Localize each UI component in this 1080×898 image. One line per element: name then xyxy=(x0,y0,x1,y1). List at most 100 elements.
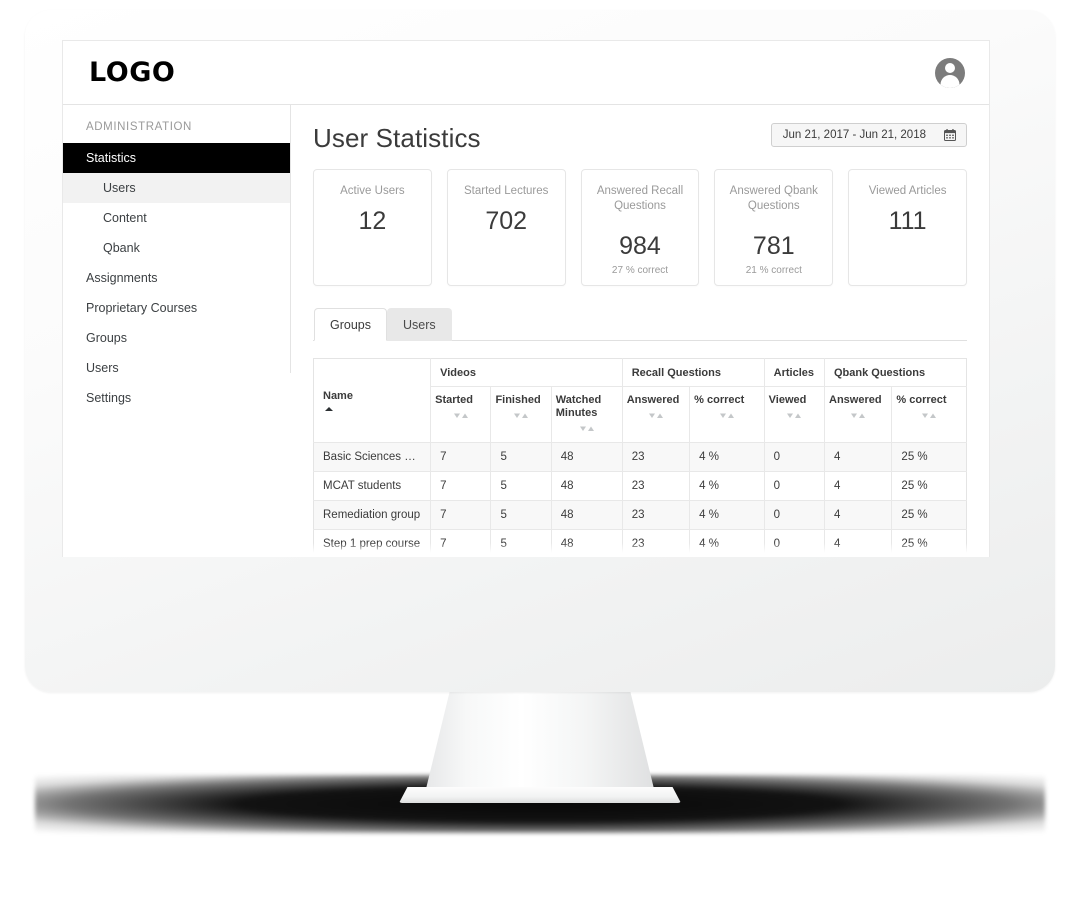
user-avatar-icon[interactable] xyxy=(935,57,965,88)
sidebar-item-label: Settings xyxy=(86,391,132,405)
cell-qbank-percent-correct: 25 % xyxy=(891,500,967,530)
column-group-label: Videos xyxy=(440,367,476,379)
column-header-label: Watched Minutes xyxy=(555,394,602,419)
sidebar-item-proprietary-courses[interactable]: Proprietary Courses xyxy=(63,293,291,323)
cell-qbank-answered: 4 xyxy=(824,529,893,557)
table-group-header-row: Name Videos Recall Questions Articles Qb… xyxy=(313,358,967,443)
cell-name: Basic Sciences Flippe... xyxy=(313,442,432,472)
tab-groups[interactable]: Groups xyxy=(314,308,387,341)
table-row[interactable]: Basic Sciences Flippe... 7 5 48 23 4 % 0… xyxy=(313,442,967,472)
cell-recall-percent-correct: 4 % xyxy=(689,442,765,472)
column-group-label: Articles xyxy=(773,367,815,379)
cell-videos-started: 7 xyxy=(430,500,492,530)
sidebar-item-label: Users xyxy=(86,361,119,375)
sidebar-item-statistics-content[interactable]: Content xyxy=(63,203,291,233)
stat-card-value: 12 xyxy=(358,207,387,235)
cell-watched-minutes: 48 xyxy=(551,471,623,501)
brand-logo[interactable]: LOGO xyxy=(89,57,175,88)
cell-watched-minutes: 48 xyxy=(551,529,623,557)
stat-card-label: Answered Qbank Questions xyxy=(729,185,818,212)
tab-label: Groups xyxy=(330,318,371,332)
column-group-videos: Videos xyxy=(430,358,623,387)
app-navbar: LOGO xyxy=(63,41,989,105)
sort-asc-icon[interactable] xyxy=(323,406,335,412)
sidebar-item-statistics-qbank[interactable]: Qbank xyxy=(63,233,291,263)
cell-recall-answered: 23 xyxy=(622,500,691,530)
sort-toggle-icon[interactable] xyxy=(513,412,529,419)
sidebar-item-users[interactable]: Users xyxy=(63,353,291,383)
sidebar-item-label: Groups xyxy=(86,331,127,345)
sort-toggle-icon[interactable] xyxy=(850,412,866,419)
column-header-recall-percent-correct[interactable]: % correct xyxy=(689,386,765,443)
stat-card-answered-qbank-questions: Answered Qbank Questions 781 21 % correc… xyxy=(714,169,834,286)
cell-videos-finished: 5 xyxy=(490,471,552,501)
date-range-picker[interactable]: Jun 21, 2017 - Jun 21, 2018 xyxy=(770,123,967,147)
sidebar-item-label: Statistics xyxy=(86,151,137,165)
column-header-watched-minutes[interactable]: Watched Minutes xyxy=(551,386,623,443)
column-header-label: Started xyxy=(435,394,474,406)
monitor-stand-base xyxy=(399,787,681,803)
stat-card-label: Answered Recall Questions xyxy=(596,185,684,212)
cell-watched-minutes: 48 xyxy=(551,500,623,530)
column-header-recall-answered[interactable]: Answered xyxy=(622,386,691,443)
cell-videos-finished: 5 xyxy=(490,500,552,530)
statistics-table: Name Videos Recall Questions Articles Qb… xyxy=(313,358,967,557)
tab-users[interactable]: Users xyxy=(387,308,452,341)
column-header-videos-finished[interactable]: Finished xyxy=(490,386,552,443)
column-header-articles-viewed[interactable]: Viewed xyxy=(764,386,826,443)
sidebar-item-statistics[interactable]: Statistics xyxy=(63,143,291,173)
column-group-qbank-questions: Qbank Questions xyxy=(824,358,967,387)
cell-qbank-percent-correct: 25 % xyxy=(891,442,967,472)
cell-name: Step 1 prep course xyxy=(313,529,432,557)
column-header-label: % correct xyxy=(694,394,745,406)
sort-toggle-icon[interactable] xyxy=(579,425,595,432)
table-row[interactable]: Step 1 prep course 7 5 48 23 4 % 0 4 25 … xyxy=(313,529,967,557)
sidebar: ADMINISTRATION Statistics Users Content … xyxy=(63,105,291,557)
sort-toggle-icon[interactable] xyxy=(453,412,469,419)
sidebar-item-label: Users xyxy=(103,181,136,195)
cell-videos-finished: 5 xyxy=(490,442,552,472)
column-group-label: Recall Questions xyxy=(631,367,721,379)
sidebar-item-settings[interactable]: Settings xyxy=(63,383,291,413)
column-header-qbank-answered[interactable]: Answered xyxy=(824,386,893,443)
cell-qbank-percent-correct: 25 % xyxy=(891,471,967,501)
sort-toggle-icon[interactable] xyxy=(921,412,937,419)
sidebar-item-label: Qbank xyxy=(103,241,140,255)
sidebar-item-statistics-users[interactable]: Users xyxy=(63,173,291,203)
monitor-mockup: LOGO ADMINISTRATION Statistics Users Con… xyxy=(0,0,1080,898)
cell-articles-viewed: 0 xyxy=(764,529,826,557)
app-screen: LOGO ADMINISTRATION Statistics Users Con… xyxy=(62,40,990,557)
cell-videos-started: 7 xyxy=(430,529,492,557)
stat-card-sub: 27 % correct xyxy=(611,265,669,276)
sidebar-item-groups[interactable]: Groups xyxy=(63,323,291,353)
main-header: User Statistics Jun 21, 2017 - Jun 21, 2… xyxy=(313,123,967,153)
calendar-icon xyxy=(944,129,956,141)
cell-recall-answered: 23 xyxy=(622,442,691,472)
column-group-recall-questions: Recall Questions xyxy=(622,358,765,387)
cell-recall-answered: 23 xyxy=(622,471,691,501)
column-header-videos-started[interactable]: Started xyxy=(430,386,492,443)
sidebar-item-assignments[interactable]: Assignments xyxy=(63,263,291,293)
table-row[interactable]: Remediation group 7 5 48 23 4 % 0 4 25 % xyxy=(313,500,967,530)
cell-recall-answered: 23 xyxy=(622,529,691,557)
monitor-stand-neck xyxy=(425,689,655,793)
sort-toggle-icon[interactable] xyxy=(719,412,735,419)
cell-videos-started: 7 xyxy=(430,442,492,472)
sort-toggle-icon[interactable] xyxy=(786,412,802,419)
table-row[interactable]: MCAT students 7 5 48 23 4 % 0 4 25 % xyxy=(313,471,967,501)
sort-toggle-icon[interactable] xyxy=(648,412,664,419)
cell-recall-percent-correct: 4 % xyxy=(689,529,765,557)
stat-card-label: Active Users xyxy=(340,185,405,197)
tab-bar: Groups Users xyxy=(313,308,967,341)
page-title: User Statistics xyxy=(313,123,481,153)
column-header-qbank-percent-correct[interactable]: % correct xyxy=(891,386,967,443)
cell-videos-finished: 5 xyxy=(490,529,552,557)
cell-videos-started: 7 xyxy=(430,471,492,501)
column-header-label: Answered xyxy=(829,394,882,406)
column-header-label: Viewed xyxy=(768,394,807,406)
column-header-name[interactable]: Name xyxy=(313,358,432,443)
column-group-articles: Articles xyxy=(764,358,826,387)
main-content: User Statistics Jun 21, 2017 - Jun 21, 2… xyxy=(291,105,989,557)
stat-card-active-users: Active Users 12 xyxy=(313,169,432,286)
table-body: Basic Sciences Flippe... 7 5 48 23 4 % 0… xyxy=(313,442,967,557)
